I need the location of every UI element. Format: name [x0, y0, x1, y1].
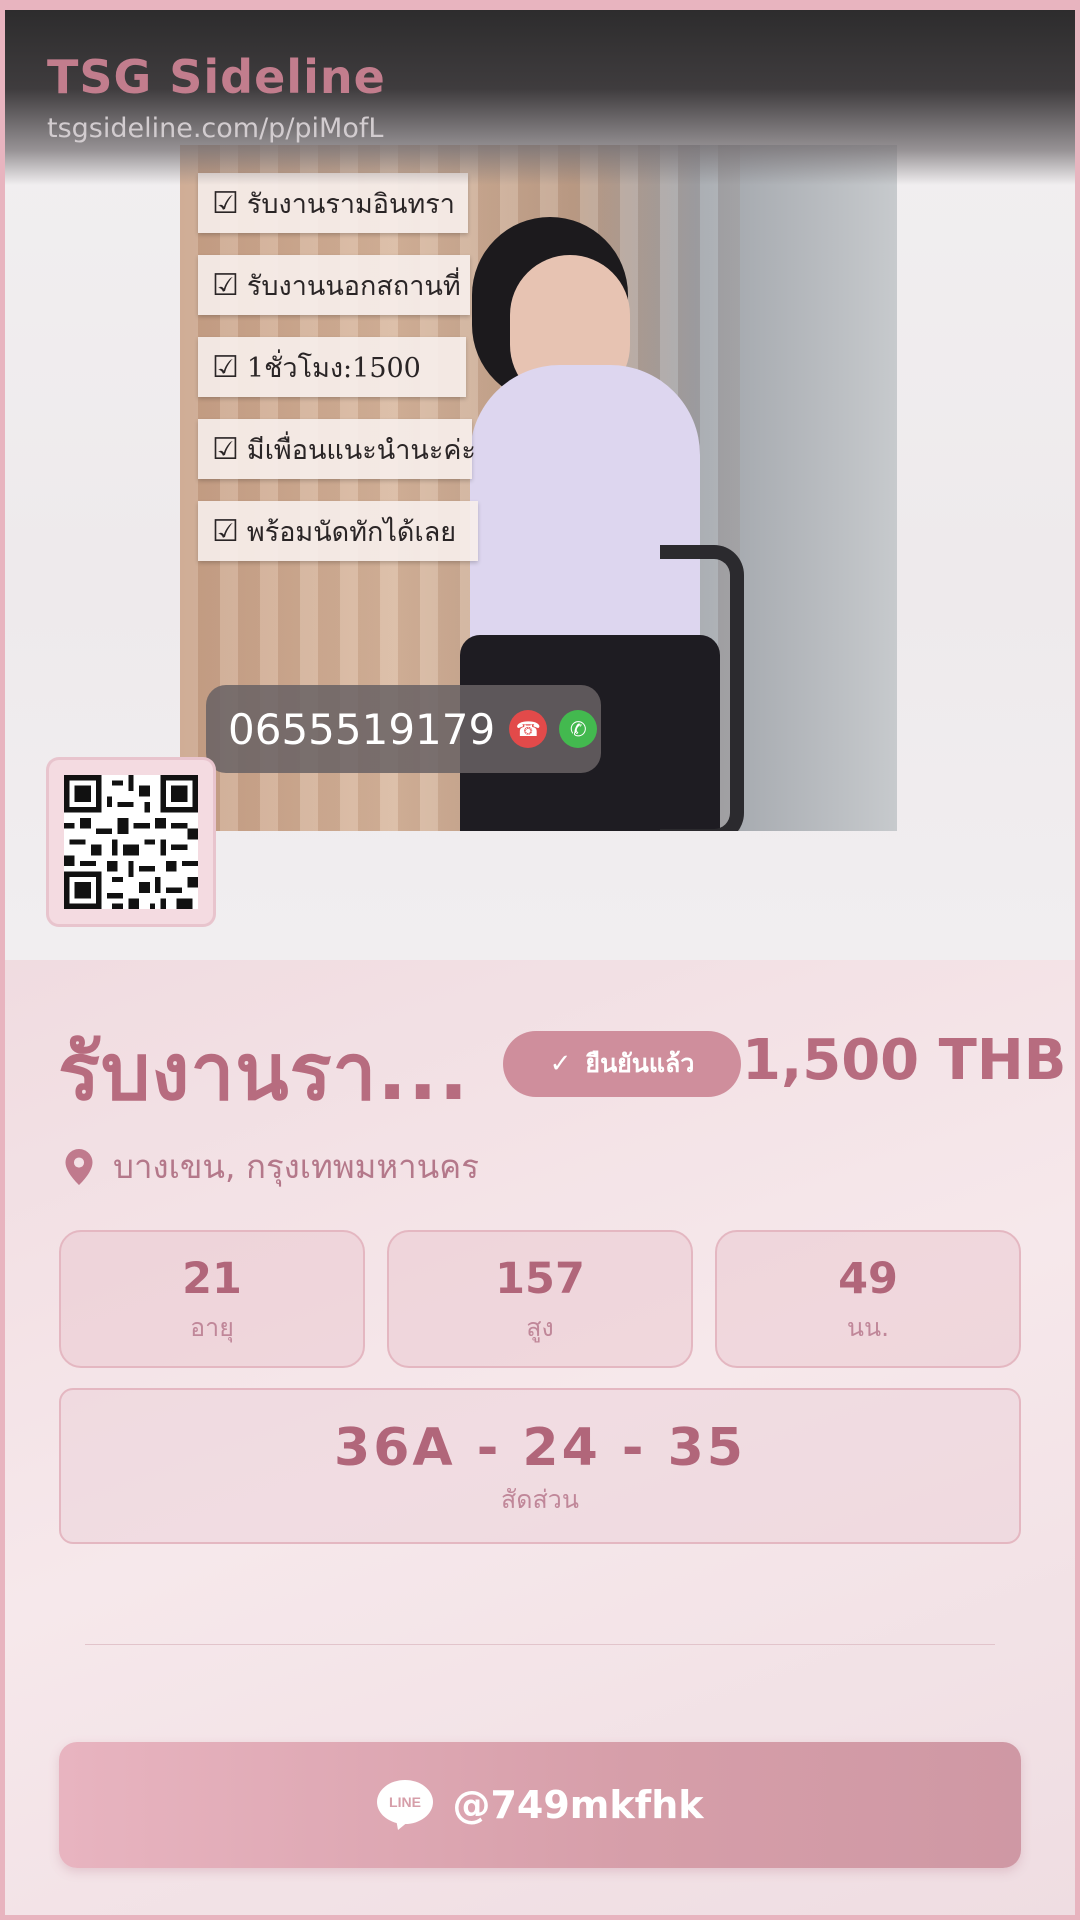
- measurements-label: สัดส่วน: [501, 1485, 579, 1514]
- photo-phone-pill: 0655519179 ☎ ✆: [206, 685, 601, 773]
- line-id: @749mkfhk: [452, 1783, 704, 1827]
- hero-section: TSG Sideline tsgsideline.com/p/piMofL ☑ …: [5, 10, 1075, 960]
- measurements-value: 36A - 24 - 35: [334, 1418, 746, 1478]
- location-text: บางเขน, กรุงเทพมหานคร: [113, 1147, 479, 1186]
- stat-value: 157: [495, 1254, 585, 1304]
- checklist-text: พร้อมนัดทักได้เลย: [246, 516, 457, 548]
- checklist-text: รับงานนอกสถานที่: [246, 270, 461, 302]
- line-contact-button[interactable]: LINE @749mkfhk: [59, 1742, 1021, 1868]
- line-logo-icon: LINE: [377, 1780, 434, 1830]
- measurements-card: 36A - 24 - 35 สัดส่วน: [59, 1388, 1021, 1544]
- divider: [85, 1644, 995, 1645]
- stat-card-height: 157 สูง: [387, 1230, 693, 1368]
- stat-label: สูง: [526, 1313, 554, 1342]
- line-logo-text: LINE: [390, 1794, 422, 1810]
- checklist-text: รับงานรามอินทรา: [246, 188, 455, 220]
- verified-badge: ✓ ยืนยันแล้ว: [503, 1031, 741, 1097]
- location-pin-icon: [65, 1148, 93, 1185]
- profile-title: รับงานรา...: [58, 1028, 470, 1118]
- verified-label: ยืนยันแล้ว: [585, 1049, 695, 1078]
- stat-label: นน.: [846, 1313, 890, 1342]
- photo-checklist: ☑ รับงานรามอินทรา ☑ รับงานนอกสถานที่ ☑ 1…: [198, 173, 498, 583]
- site-url[interactable]: tsgsideline.com/p/piMofL: [47, 113, 383, 144]
- location: บางเขน, กรุงเทพมหานคร: [65, 1140, 479, 1193]
- checklist-item: ☑ 1ชั่วโมง:1500: [198, 337, 466, 397]
- checklist-item: ☑ พร้อมนัดทักได้เลย: [198, 501, 478, 561]
- stat-label: อายุ: [190, 1313, 234, 1342]
- page-frame: TSG Sideline tsgsideline.com/p/piMofL ☑ …: [5, 10, 1075, 1915]
- price: 1,500 THB: [742, 1028, 1067, 1093]
- qr-code[interactable]: [49, 760, 213, 924]
- profile-photo[interactable]: ☑ รับงานรามอินทรา ☑ รับงานนอกสถานที่ ☑ 1…: [180, 145, 897, 831]
- checkbox-icon: ☑: [212, 431, 239, 467]
- checkbox-icon: ☑: [212, 267, 239, 303]
- stat-value: 21: [182, 1254, 242, 1304]
- call-icon: ✆: [559, 710, 598, 748]
- checkbox-icon: ☑: [212, 349, 239, 385]
- stat-value: 49: [838, 1254, 898, 1304]
- checklist-text: มีเพื่อนแนะนำนะค่ะ: [246, 434, 476, 466]
- profile-details: รับงานรา... ✓ ยืนยันแล้ว 1,500 THB บางเข…: [5, 960, 1075, 1915]
- phone-number: 0655519179: [228, 704, 496, 754]
- stat-card-age: 21 อายุ: [59, 1230, 365, 1368]
- qr-code-icon: [64, 775, 198, 909]
- photo-chair: [660, 545, 744, 831]
- hang-up-icon: ☎: [509, 710, 548, 748]
- site-name[interactable]: TSG Sideline: [47, 50, 386, 104]
- checkbox-icon: ☑: [212, 185, 239, 221]
- checklist-text: 1ชั่วโมง:1500: [246, 352, 421, 384]
- stat-card-weight: 49 นน.: [715, 1230, 1021, 1368]
- checkmark-icon: ✓: [549, 1049, 572, 1079]
- checklist-item: ☑ รับงานนอกสถานที่: [198, 255, 470, 315]
- checkbox-icon: ☑: [212, 513, 239, 549]
- checklist-item: ☑ มีเพื่อนแนะนำนะค่ะ: [198, 419, 476, 479]
